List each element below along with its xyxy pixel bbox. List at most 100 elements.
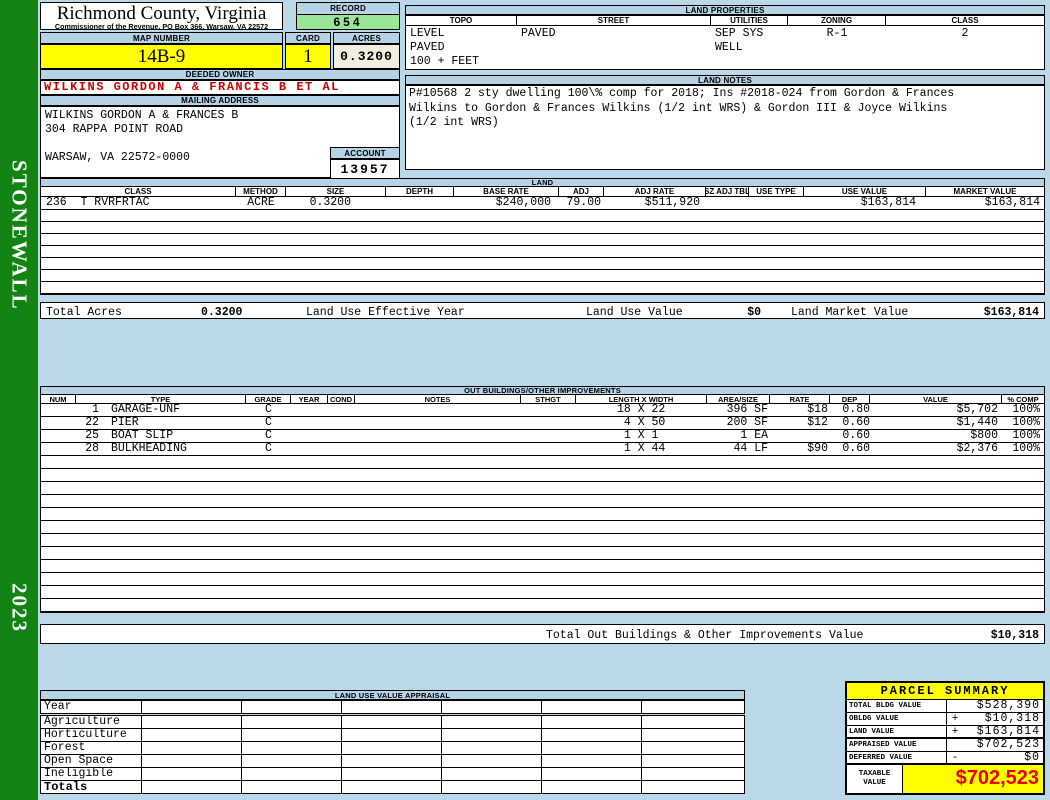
land-use-value-label: Land Use Value xyxy=(586,306,683,319)
account-header: ACCOUNT xyxy=(330,147,400,159)
out-buildings-cell-year xyxy=(291,404,328,416)
land-cell-use-type xyxy=(749,197,804,209)
county-title: Richmond County, Virginia xyxy=(56,3,267,24)
lua-cell xyxy=(142,742,242,754)
out-buildings-cell-pct-comp: 100% xyxy=(1012,430,1040,442)
out-buildings-row: 22 PIER C 4 X 50 200 SF $12 0.60 $1,440 100% xyxy=(41,417,1044,430)
land-cell-method: ACRE xyxy=(247,197,275,209)
out-buildings-cell-rate: $90 xyxy=(807,443,828,455)
lua-label-year: Year xyxy=(41,701,142,713)
out-buildings-cell-grade: C xyxy=(265,430,272,442)
empty-row xyxy=(41,495,1044,508)
lua-cell xyxy=(142,755,242,767)
land-col-base-rate: BASE RATE xyxy=(454,187,559,196)
out-buildings-col-grade: GRADE xyxy=(246,395,291,403)
district-sidebar: STONEWALL 2023 xyxy=(0,0,38,800)
out-buildings-cell-sthgt xyxy=(521,404,576,416)
record-label: RECORD xyxy=(296,2,400,14)
out-buildings-cell-area-size: 44 LF xyxy=(733,443,768,455)
lua-label-forest: Forest xyxy=(41,742,142,754)
out-buildings-columns: NUM TYPE GRADE YEAR COND NOTES STHGT LENGTH X W… xyxy=(40,395,1045,404)
empty-row xyxy=(41,234,1044,246)
out-buildings-cell-length-x-width: 18 X 22 xyxy=(617,404,666,416)
land-col-depth: DEPTH xyxy=(386,187,454,196)
record-box: RECORD 654 xyxy=(296,2,400,30)
deeded-owner-header: DEEDED OWNER xyxy=(40,69,400,80)
lua-cell xyxy=(342,768,442,780)
county-subtitle: Commissioner of the Revenue, PO Box 366,… xyxy=(54,22,269,31)
out-buildings-cell-cond xyxy=(328,404,355,416)
county-header: Richmond County, Virginia Commissioner o… xyxy=(40,2,283,31)
land-table-title: LAND xyxy=(40,178,1045,187)
parcel-summary-value: $10,318 xyxy=(984,712,1040,725)
land-properties-cell-topo: PAVED xyxy=(410,41,445,54)
lua-cell xyxy=(642,716,742,728)
out-buildings-cell-area-size: 396 SF xyxy=(726,404,768,416)
parcel-summary-label: DEFERRED VALUE xyxy=(847,752,947,763)
lua-cell xyxy=(242,768,342,780)
lua-cell xyxy=(542,781,642,793)
land-properties-body: LEVEL PAVED SEP SYS R-1 2 PAVED WELL 100 + FEET xyxy=(405,26,1045,70)
out-buildings-cell-area-size: 200 SF xyxy=(726,417,768,429)
land-use-appraisal-rows: Agriculture Horticulture Forest Open Space I… xyxy=(40,715,745,794)
out-buildings-col-notes: NOTES xyxy=(355,395,521,403)
lua-cell xyxy=(642,768,742,780)
out-buildings-cell-notes xyxy=(355,404,521,416)
out-buildings-col-sthgt: STHGT xyxy=(521,395,576,403)
out-buildings-cell-cond xyxy=(328,430,355,442)
land-properties-cell-street xyxy=(517,55,711,69)
land-use-appraisal-year-row: Year xyxy=(40,700,745,714)
land-properties-row: PAVED WELL xyxy=(406,41,1044,55)
out-buildings-cell-grade: C xyxy=(265,417,272,429)
land-notes-line: Wilkins to Gordon & Frances Wilkins (1/2… xyxy=(409,101,948,115)
deeded-owner-value: WILKINS GORDON A & FRANCIS B ET AL xyxy=(40,80,400,95)
lua-cell xyxy=(542,755,642,767)
empty-row xyxy=(41,246,1044,258)
lua-cell xyxy=(342,701,442,713)
land-use-appraisal-row: Forest xyxy=(40,741,745,755)
mailing-address-box: WILKINS GORDON A & FRANCES B 304 RAPPA PO… xyxy=(40,106,400,179)
out-buildings-cell-rate: $18 xyxy=(807,404,828,416)
land-notes-title: LAND NOTES xyxy=(405,75,1045,85)
land-col-use-type: USE TYPE xyxy=(749,187,804,196)
land-properties-cell-zoning xyxy=(788,55,886,69)
land-col-class: CLASS xyxy=(41,187,236,196)
land-use-appraisal-row: Agriculture xyxy=(40,715,745,729)
out-buildings-col-area-size: AREA/SIZE xyxy=(707,395,770,403)
empty-row xyxy=(41,534,1044,547)
land-properties-cell-zoning xyxy=(788,41,886,55)
land-properties-cell-utilities xyxy=(711,55,788,69)
lua-cell xyxy=(342,716,442,728)
out-buildings-cell-area-size: 1 EA xyxy=(740,430,768,442)
land-notes-line: P#10568 2 sty dwelling 100\% comp for 20… xyxy=(409,87,955,100)
lua-cell xyxy=(342,755,442,767)
lua-cell xyxy=(342,729,442,741)
out-buildings-cell-cond xyxy=(328,443,355,455)
out-buildings-col-year: YEAR xyxy=(291,395,328,403)
lua-cell xyxy=(442,742,542,754)
out-buildings-cell-type: GARAGE-UNF xyxy=(111,404,181,416)
lua-label-agriculture: Agriculture xyxy=(41,716,142,728)
out-buildings-cell-value: $1,440 xyxy=(956,417,998,429)
land-cell-adj-rate: $511,920 xyxy=(644,197,700,209)
mailing-line: 304 RAPPA POINT ROAD xyxy=(45,123,184,136)
land-cell-size: 0.3200 xyxy=(309,197,351,209)
mailing-address-header: MAILING ADDRESS xyxy=(40,95,400,106)
land-cell-class: 236 T RVRFRTAC xyxy=(46,197,150,209)
property-record-card: STONEWALL 2023 Richmond County, Virginia… xyxy=(0,0,1050,800)
lua-cell xyxy=(542,742,642,754)
empty-row xyxy=(41,469,1044,482)
out-buildings-cell-num: 1 xyxy=(92,404,99,416)
lua-label-totals: Totals xyxy=(41,781,142,793)
lua-cell xyxy=(242,742,342,754)
land-properties-cell-class: 2 xyxy=(961,27,969,40)
out-buildings-row: 28 BULKHEADING C 1 X 44 44 LF $90 0.60 $2,376 1… xyxy=(41,443,1044,456)
lua-cell xyxy=(542,768,642,780)
empty-row xyxy=(41,282,1044,294)
out-buildings-cell-type: BULKHEADING xyxy=(111,443,187,455)
out-buildings-cell-sthgt xyxy=(521,430,576,442)
land-properties-columns: TOPO STREET UTILITIES ZONING CLASS xyxy=(405,15,1045,26)
out-buildings-cell-notes xyxy=(355,417,521,429)
parcel-summary-value: $163,814 xyxy=(976,725,1040,738)
land-properties-cell-class xyxy=(886,41,1044,55)
